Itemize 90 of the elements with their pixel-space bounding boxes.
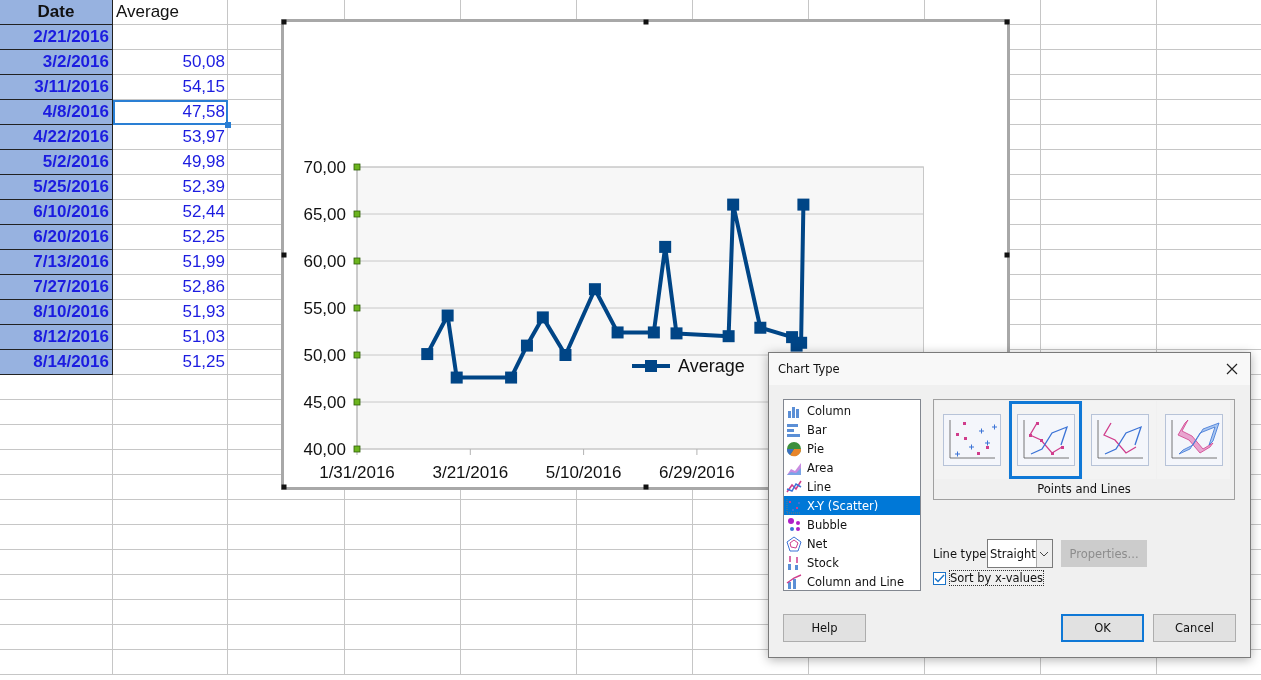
y-tick-label: 40,00 xyxy=(303,440,346,459)
chart-type-item[interactable]: Net xyxy=(784,534,920,553)
legend-line-icon xyxy=(632,360,670,372)
average-cell[interactable]: 53,97 xyxy=(113,125,228,150)
date-cell[interactable]: 3/2/2016 xyxy=(0,50,113,75)
y-tick-label: 70,00 xyxy=(303,158,346,177)
resize-handle[interactable] xyxy=(281,19,287,25)
data-point xyxy=(421,348,434,361)
resize-handle[interactable] xyxy=(1004,19,1010,25)
average-cell[interactable]: 51,99 xyxy=(113,250,228,275)
chart-type-item[interactable]: Bubble xyxy=(784,515,920,534)
dialog-title: Chart Type xyxy=(778,362,840,376)
date-cell[interactable]: 7/27/2016 xyxy=(0,275,113,300)
x-tick-label: 1/31/2016 xyxy=(319,463,395,482)
y-tick-label: 50,00 xyxy=(303,346,346,365)
average-cell[interactable]: 54,15 xyxy=(113,75,228,100)
average-cell[interactable]: 52,39 xyxy=(113,175,228,200)
average-cell[interactable]: 52,44 xyxy=(113,200,228,225)
y-tick-label: 55,00 xyxy=(303,299,346,318)
chart-type-item[interactable]: Pie xyxy=(784,439,920,458)
combo-chart-icon xyxy=(786,573,802,590)
column-header: Average xyxy=(115,1,180,23)
close-icon[interactable] xyxy=(1226,363,1238,375)
chart-type-item[interactable]: Column xyxy=(784,401,920,420)
dialog-button[interactable]: Help xyxy=(783,614,866,642)
dialog-button[interactable]: Cancel xyxy=(1153,614,1236,642)
chart-type-item[interactable]: X-Y (Scatter) xyxy=(784,496,920,515)
average-cell[interactable]: 47,58 xyxy=(113,100,228,125)
variant-ribbons-icon xyxy=(1164,414,1223,466)
date-cell[interactable]: 3/11/2016 xyxy=(0,75,113,100)
average-cell[interactable]: 52,25 xyxy=(113,225,228,250)
x-tick-label: 3/21/2016 xyxy=(432,463,509,482)
average-cell[interactable]: 49,98 xyxy=(113,150,228,175)
resize-handle[interactable] xyxy=(281,484,287,490)
net-chart-icon xyxy=(786,535,802,552)
legend-label: Average xyxy=(678,356,745,376)
resize-handle[interactable] xyxy=(643,484,648,490)
date-cell[interactable]: 6/10/2016 xyxy=(0,200,113,225)
y-tick-label: 60,00 xyxy=(303,252,346,271)
line-type-label: Line type xyxy=(933,546,987,561)
date-cell[interactable]: 5/2/2016 xyxy=(0,150,113,175)
date-cell[interactable]: 4/8/2016 xyxy=(0,100,113,125)
x-tick-label: 5/10/2016 xyxy=(545,463,622,482)
axis-handle-icon[interactable] xyxy=(353,210,361,218)
sort-checkbox[interactable] xyxy=(933,571,946,585)
variant-points-icon xyxy=(942,414,1001,466)
bubble-chart-icon xyxy=(786,516,802,533)
sort-checkbox-label[interactable]: Sort by x-values xyxy=(950,571,1044,585)
average-cell[interactable]: 51,25 xyxy=(113,350,228,375)
axis-handle-icon[interactable] xyxy=(353,257,361,265)
variant-pointlines-icon xyxy=(1016,414,1075,466)
x-tick-label: 6/29/2016 xyxy=(659,463,735,482)
chevron-down-icon xyxy=(1039,550,1050,557)
resize-handle[interactable] xyxy=(643,19,648,25)
date-cell[interactable]: 6/20/2016 xyxy=(0,225,113,250)
bar-chart-icon xyxy=(786,421,802,438)
chart-type-item[interactable]: Bar xyxy=(784,420,920,439)
line-type-dropdown[interactable]: Straight xyxy=(987,539,1053,568)
average-cell[interactable]: 50,08 xyxy=(113,50,228,75)
resize-handle[interactable] xyxy=(281,252,287,257)
variant-lines-icon xyxy=(1090,414,1149,466)
axis-handle-icon[interactable] xyxy=(353,304,361,312)
chart-type-item[interactable]: Stock xyxy=(784,553,920,572)
axis-handle-icon[interactable] xyxy=(353,163,361,171)
average-cell[interactable]: 51,03 xyxy=(113,325,228,350)
chart-variant-option[interactable] xyxy=(1009,401,1082,479)
dialog-button[interactable]: OK xyxy=(1061,614,1144,642)
date-cell[interactable]: 8/10/2016 xyxy=(0,300,113,325)
scatter-chart-icon xyxy=(786,497,802,514)
date-cell[interactable]: 8/12/2016 xyxy=(0,325,113,350)
chart-type-item[interactable]: Area xyxy=(784,458,920,477)
average-cell[interactable]: 52,86 xyxy=(113,275,228,300)
axis-handle-icon[interactable] xyxy=(353,398,361,406)
pie-chart-icon xyxy=(786,440,802,457)
column-header: Date xyxy=(0,0,113,25)
date-cell[interactable]: 4/22/2016 xyxy=(0,125,113,150)
line-chart-icon xyxy=(786,478,802,495)
average-cell[interactable]: 51,93 xyxy=(113,300,228,325)
data-point xyxy=(559,349,572,361)
y-tick-label: 65,00 xyxy=(303,205,346,224)
chart-type-item[interactable]: Column and Line xyxy=(784,572,920,591)
y-tick-label: 45,00 xyxy=(303,393,346,412)
axis-handle-icon[interactable] xyxy=(353,445,361,453)
date-cell[interactable]: 7/13/2016 xyxy=(0,250,113,275)
date-cell[interactable]: 2/21/2016 xyxy=(0,25,113,50)
resize-handle[interactable] xyxy=(1004,252,1010,257)
date-cell[interactable]: 5/25/2016 xyxy=(0,175,113,200)
axis-handle-icon[interactable] xyxy=(353,351,361,359)
variant-caption: Points and Lines xyxy=(1036,482,1132,496)
date-cell[interactable]: 8/14/2016 xyxy=(0,350,113,375)
